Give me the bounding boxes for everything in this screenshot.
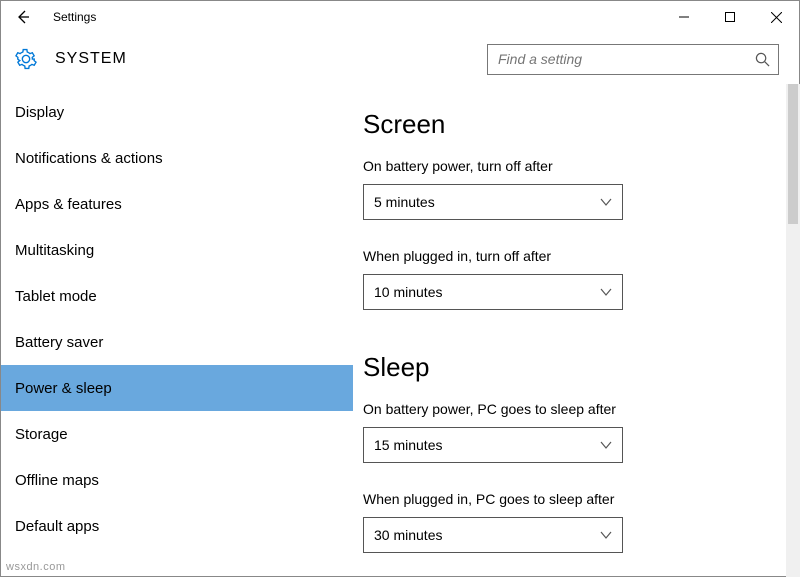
- content: Screen On battery power, turn off after …: [353, 85, 799, 576]
- section-title-screen: Screen: [363, 109, 789, 140]
- gear-icon: [15, 48, 37, 70]
- sidebar-item-label: Apps & features: [15, 196, 122, 213]
- body: Display Notifications & actions Apps & f…: [1, 85, 799, 576]
- sidebar-item-storage[interactable]: Storage: [1, 411, 353, 457]
- sidebar-item-default-apps[interactable]: Default apps: [1, 503, 353, 549]
- sidebar-item-label: Display: [15, 104, 64, 121]
- screen-battery-label: On battery power, turn off after: [363, 158, 789, 174]
- sidebar-item-label: Storage: [15, 426, 68, 443]
- select-value: 10 minutes: [374, 284, 600, 300]
- screen-plugged-select[interactable]: 10 minutes: [363, 274, 623, 310]
- screen-battery-select[interactable]: 5 minutes: [363, 184, 623, 220]
- sleep-battery-select[interactable]: 15 minutes: [363, 427, 623, 463]
- sidebar-item-tablet-mode[interactable]: Tablet mode: [1, 273, 353, 319]
- section-title-sleep: Sleep: [363, 352, 789, 383]
- chevron-down-icon: [600, 439, 612, 451]
- titlebar: Settings: [1, 1, 799, 33]
- search-input[interactable]: [498, 51, 755, 67]
- sidebar: Display Notifications & actions Apps & f…: [1, 85, 353, 576]
- sidebar-item-apps-features[interactable]: Apps & features: [1, 181, 353, 227]
- settings-window: Settings SYSTEM Display Notif: [0, 0, 800, 577]
- header: SYSTEM: [1, 33, 799, 85]
- back-button[interactable]: [7, 1, 39, 33]
- sleep-battery-label: On battery power, PC goes to sleep after: [363, 401, 789, 417]
- sidebar-item-label: Tablet mode: [15, 288, 97, 305]
- select-value: 15 minutes: [374, 437, 600, 453]
- search-box[interactable]: [487, 44, 779, 75]
- sidebar-item-label: Notifications & actions: [15, 150, 163, 167]
- chevron-down-icon: [600, 196, 612, 208]
- sidebar-item-label: Default apps: [15, 518, 99, 535]
- search-icon: [755, 52, 770, 67]
- sleep-plugged-label: When plugged in, PC goes to sleep after: [363, 491, 789, 507]
- sidebar-item-label: Multitasking: [15, 242, 94, 259]
- screen-plugged-label: When plugged in, turn off after: [363, 248, 789, 264]
- close-icon: [771, 12, 782, 23]
- sidebar-item-power-sleep[interactable]: Power & sleep: [1, 365, 353, 411]
- sidebar-item-label: Power & sleep: [15, 380, 112, 397]
- sidebar-item-multitasking[interactable]: Multitasking: [1, 227, 353, 273]
- chevron-down-icon: [600, 286, 612, 298]
- sidebar-item-label: Battery saver: [15, 334, 103, 351]
- search-container: [487, 44, 779, 75]
- arrow-left-icon: [15, 9, 31, 25]
- maximize-icon: [725, 12, 735, 22]
- sidebar-item-display[interactable]: Display: [1, 89, 353, 135]
- sidebar-item-notifications[interactable]: Notifications & actions: [1, 135, 353, 181]
- chevron-down-icon: [600, 529, 612, 541]
- close-button[interactable]: [753, 1, 799, 33]
- watermark: wsxdn.com: [6, 561, 66, 573]
- sidebar-item-label: Offline maps: [15, 472, 99, 489]
- sleep-plugged-select[interactable]: 30 minutes: [363, 517, 623, 553]
- minimize-icon: [679, 12, 689, 22]
- sidebar-item-battery-saver[interactable]: Battery saver: [1, 319, 353, 365]
- maximize-button[interactable]: [707, 1, 753, 33]
- vertical-scrollbar[interactable]: [786, 84, 800, 577]
- page-title: SYSTEM: [55, 50, 127, 68]
- minimize-button[interactable]: [661, 1, 707, 33]
- select-value: 30 minutes: [374, 527, 600, 543]
- scrollbar-thumb[interactable]: [788, 84, 798, 224]
- sidebar-item-offline-maps[interactable]: Offline maps: [1, 457, 353, 503]
- select-value: 5 minutes: [374, 194, 600, 210]
- window-title: Settings: [53, 10, 96, 24]
